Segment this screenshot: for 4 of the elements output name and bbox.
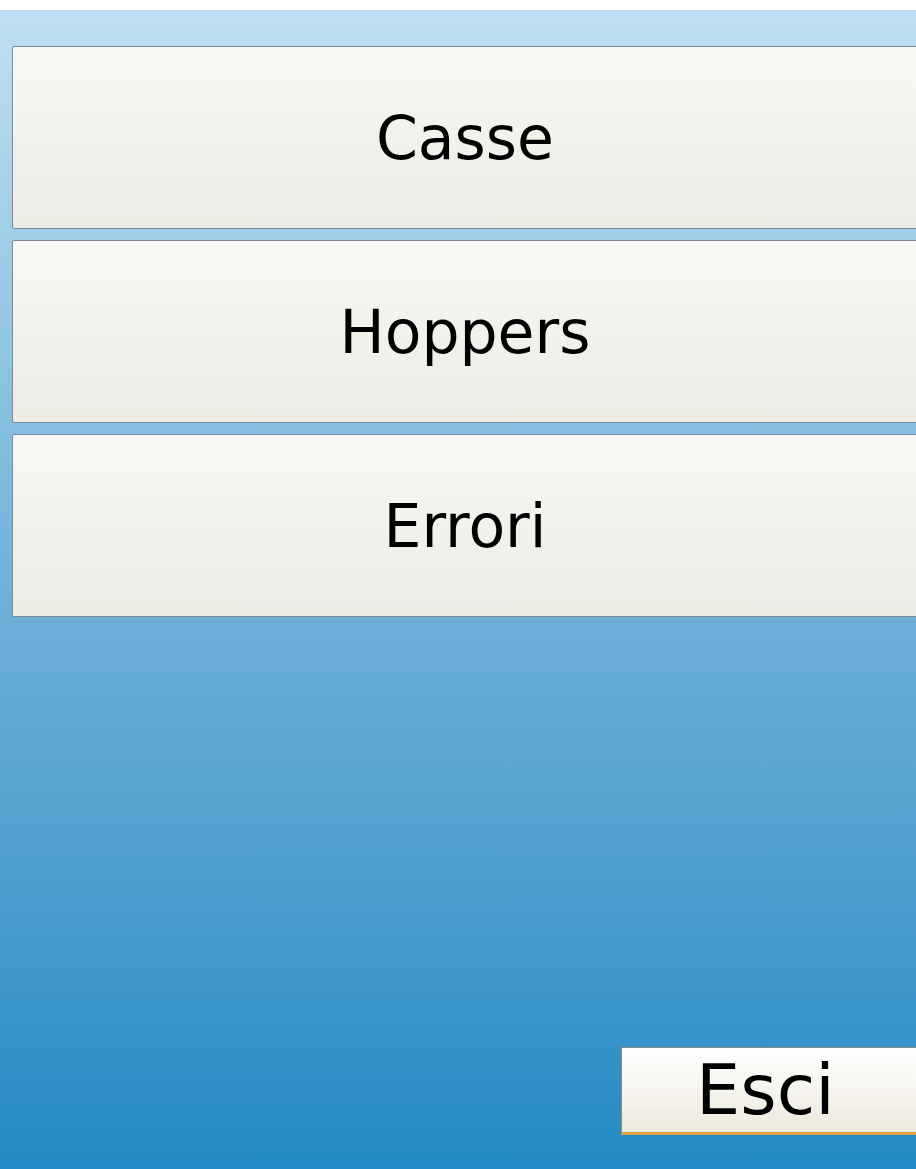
- menu-button[interactable]: Hoppers: [12, 240, 916, 423]
- menu-button[interactable]: Errori: [12, 434, 916, 617]
- exit-button[interactable]: Esci: [621, 1047, 916, 1135]
- menu-button[interactable]: Casse: [12, 46, 916, 229]
